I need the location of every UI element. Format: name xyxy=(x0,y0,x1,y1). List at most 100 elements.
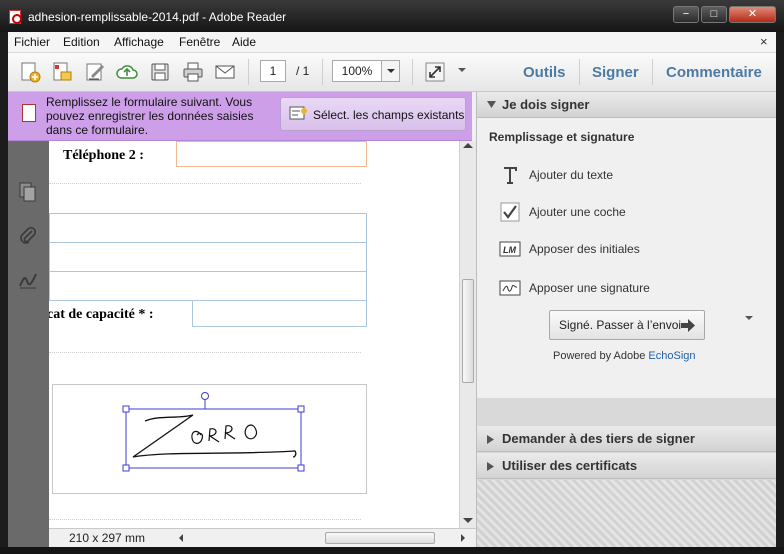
signatures-icon[interactable] xyxy=(17,269,39,291)
add-text-tool[interactable]: Ajouter du texte xyxy=(499,164,759,186)
horizontal-scroll-thumb[interactable] xyxy=(325,532,435,544)
telephone-2-label: Téléphone 2 : xyxy=(63,148,144,163)
menu-aide[interactable]: Aide xyxy=(232,35,256,49)
arrow-right-icon xyxy=(681,319,695,332)
echosign-link[interactable]: EchoSign xyxy=(648,350,695,362)
scroll-up-arrow-icon[interactable] xyxy=(463,143,473,148)
form-field[interactable] xyxy=(49,213,367,243)
zoom-input[interactable]: 100% xyxy=(332,60,382,82)
menu-affichage[interactable]: Affichage xyxy=(114,35,164,49)
menu-bar: Fichier Edition Affichage Fenêtre Aide × xyxy=(8,32,776,53)
signature-options-chevron-icon[interactable] xyxy=(745,316,753,324)
tab-outils[interactable]: Outils xyxy=(523,64,566,81)
tab-signer[interactable]: Signer xyxy=(592,64,639,81)
telephone-2-field[interactable] xyxy=(176,141,367,167)
menu-fenetre[interactable]: Fenêtre xyxy=(179,35,220,49)
more-chevron-icon[interactable] xyxy=(458,68,466,76)
tab-separator xyxy=(652,59,653,85)
document-view[interactable]: Téléphone 2 : cat de capacité * : xyxy=(49,141,459,528)
print-icon[interactable] xyxy=(181,60,205,84)
add-text-label: Ajouter du texte xyxy=(529,168,614,182)
fill-sign-heading: Remplissage et signature xyxy=(489,130,635,144)
section-title: Je dois signer xyxy=(502,97,590,112)
menu-edition[interactable]: Edition xyxy=(63,35,100,49)
add-signature-label: Apposer une signature xyxy=(529,281,650,295)
menu-fichier[interactable]: Fichier xyxy=(14,35,50,49)
cloud-upload-icon[interactable] xyxy=(115,60,139,84)
open-icon[interactable] xyxy=(50,60,74,84)
fullscreen-icon[interactable] xyxy=(423,60,447,84)
select-existing-fields-label: Sélect. les champs existants xyxy=(313,108,465,122)
section-je-dois-signer[interactable]: Je dois signer xyxy=(477,92,776,118)
left-navigation-pane xyxy=(8,141,49,547)
form-document-icon xyxy=(22,104,36,122)
dotted-rule xyxy=(49,519,361,520)
add-checkmark-label: Ajouter une coche xyxy=(529,205,626,219)
window-bottom-border xyxy=(0,547,784,554)
scroll-left-arrow-icon[interactable] xyxy=(179,534,183,542)
horizontal-scrollbar[interactable] xyxy=(177,530,467,546)
toolbar-separator xyxy=(412,59,413,85)
status-bar: 210 x 297 mm xyxy=(49,528,476,547)
scroll-down-arrow-icon[interactable] xyxy=(463,518,473,523)
maximize-button[interactable]: □ xyxy=(701,6,727,23)
svg-text:LM: LM xyxy=(503,245,516,255)
section-title: Utiliser des certificats xyxy=(502,458,638,473)
tab-separator xyxy=(579,59,580,85)
signed-proceed-to-send-button[interactable]: Signé. Passer à l’envoi xyxy=(549,310,705,340)
pdf-file-icon xyxy=(9,10,22,24)
signature-icon xyxy=(499,280,521,296)
capacity-certificate-label: cat de capacité * : xyxy=(49,307,154,322)
title-bar: adhesion-remplissable-2014.pdf - Adobe R… xyxy=(0,0,784,32)
section-utiliser-certificats[interactable]: Utiliser des certificats xyxy=(477,453,776,479)
select-existing-fields-button[interactable]: Sélect. les champs existants xyxy=(280,97,466,131)
form-notification-bar: Remplissez le formulaire suivant. Vous p… xyxy=(8,92,472,141)
document-close-icon[interactable]: × xyxy=(760,34,768,49)
create-icon[interactable] xyxy=(18,60,42,84)
panel-empty-area xyxy=(477,480,776,547)
window-title: adhesion-remplissable-2014.pdf - Adobe R… xyxy=(28,10,287,24)
capacity-certificate-field[interactable] xyxy=(192,300,367,327)
send-button-label: Signé. Passer à l’envoi xyxy=(559,318,682,332)
powered-by: Powered by Adobe EchoSign xyxy=(553,350,696,362)
form-message: Remplissez le formulaire suivant. Vous p… xyxy=(46,95,254,137)
toolbar-separator xyxy=(248,59,249,85)
vertical-scroll-thumb[interactable] xyxy=(462,279,474,383)
initials-icon: LM xyxy=(499,241,521,257)
minimize-button[interactable]: − xyxy=(673,6,699,23)
form-field[interactable] xyxy=(49,242,367,272)
text-t-icon xyxy=(504,167,517,184)
scroll-right-arrow-icon[interactable] xyxy=(461,534,465,542)
signature-drawing[interactable] xyxy=(109,391,309,481)
dotted-rule xyxy=(49,183,361,184)
add-signature-tool[interactable]: Apposer une signature xyxy=(499,277,759,299)
fill-sign-section: Remplissage et signature Ajouter du text… xyxy=(477,118,776,398)
page-number-input[interactable]: 1 xyxy=(260,60,286,82)
page-total: / 1 xyxy=(296,64,310,78)
vertical-scrollbar[interactable] xyxy=(459,141,476,528)
close-button[interactable]: ✕ xyxy=(729,6,776,23)
tab-commentaire[interactable]: Commentaire xyxy=(666,64,762,81)
section-demander-signature[interactable]: Demander à des tiers de signer xyxy=(477,426,776,452)
page-size-label: 210 x 297 mm xyxy=(69,531,146,545)
form-fields-icon xyxy=(289,106,307,120)
pages-icon[interactable] xyxy=(17,181,39,203)
attachments-icon[interactable] xyxy=(17,225,39,247)
add-checkmark-tool[interactable]: Ajouter une coche xyxy=(499,201,759,223)
section-title: Demander à des tiers de signer xyxy=(502,431,695,446)
add-initials-label: Apposer des initiales xyxy=(529,242,640,256)
add-initials-tool[interactable]: LM Apposer des initiales xyxy=(499,238,759,260)
toolbar: 1 / 1 100% Outils Signer Commentaire xyxy=(8,53,776,92)
checkmark-icon xyxy=(500,202,520,222)
sign-icon[interactable] xyxy=(83,60,107,84)
expanded-triangle-icon xyxy=(487,101,496,108)
powered-by-label: Powered by Adobe xyxy=(553,350,649,362)
email-icon[interactable] xyxy=(213,60,237,84)
chevron-down-icon[interactable] xyxy=(382,60,400,82)
app-client-area: Fichier Edition Affichage Fenêtre Aide ×… xyxy=(8,32,776,547)
form-field[interactable] xyxy=(49,271,367,301)
collapsed-triangle-icon xyxy=(487,435,494,444)
toolbar-separator xyxy=(322,59,323,85)
sign-panel: Je dois signer Remplissage et signature … xyxy=(476,92,776,547)
save-icon[interactable] xyxy=(148,60,172,84)
